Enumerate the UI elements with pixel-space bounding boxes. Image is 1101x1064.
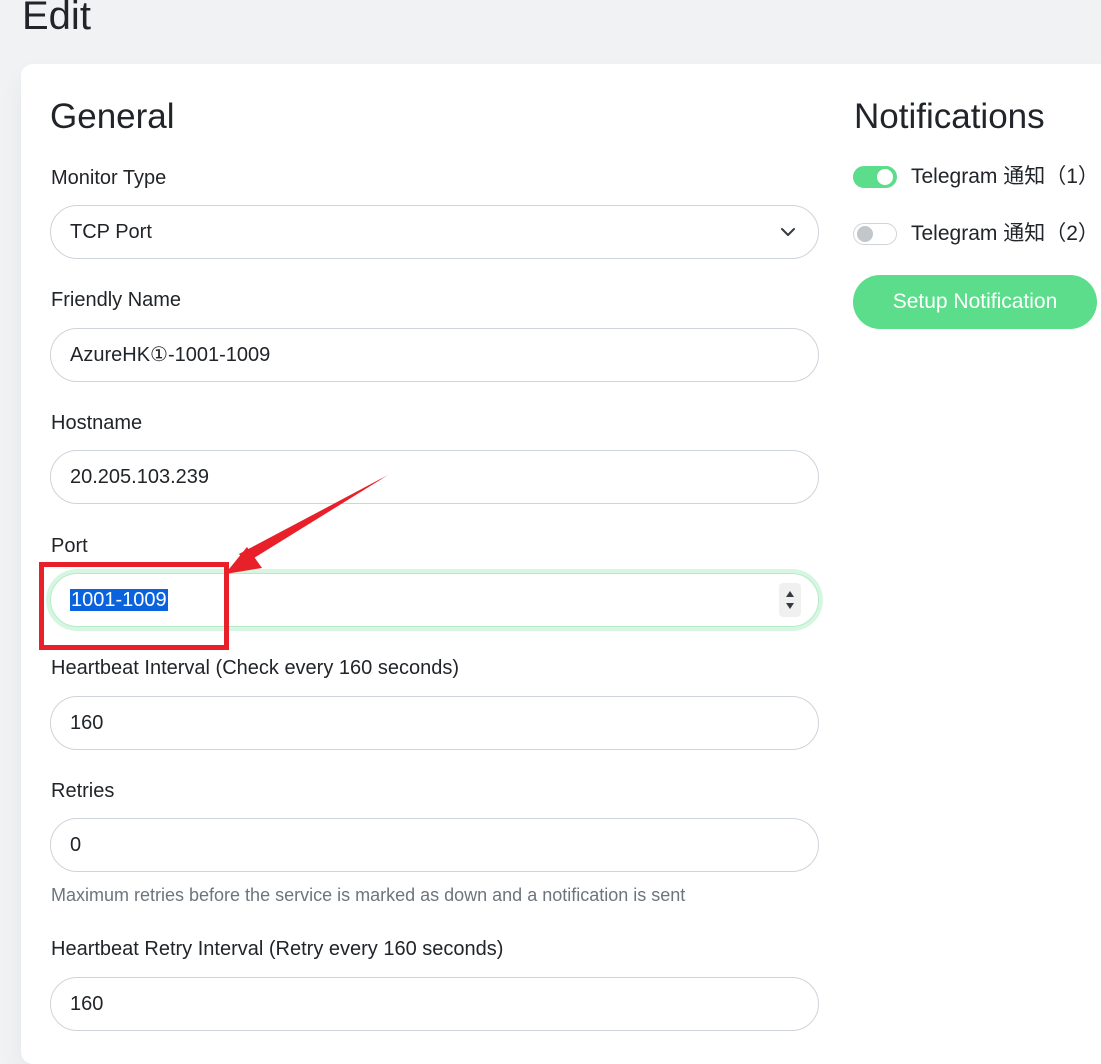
retries-label: Retries [51,780,115,802]
heartbeat-interval-label: Heartbeat Interval (Check every 160 seco… [51,657,459,679]
chevron-down-icon [781,228,795,236]
friendly-name-value: AzureHK①-1001-1009 [70,344,271,366]
toggle-knob [877,169,893,185]
general-section-title: General [50,97,175,136]
hostname-input[interactable]: 20.205.103.239 [50,450,819,504]
retries-value: 0 [70,834,82,856]
notification-label: Telegram 通知（1） [911,165,1099,188]
friendly-name-input[interactable]: AzureHK①-1001-1009 [50,328,819,382]
retry-interval-value: 160 [70,993,104,1015]
notification-toggle[interactable] [853,166,897,188]
retries-help-text: Maximum retries before the service is ma… [51,885,686,905]
notification-label: Telegram 通知（2） [911,222,1099,245]
friendly-name-label: Friendly Name [51,289,182,311]
retry-interval-label: Heartbeat Retry Interval (Retry every 16… [51,938,504,960]
toggle-knob [857,226,873,242]
port-label: Port [51,535,88,557]
annotation-highlight-box [39,562,229,650]
spinner-arrows-icon[interactable] [779,583,801,617]
heartbeat-interval-value: 160 [70,712,104,734]
hostname-label: Hostname [51,412,143,434]
retries-input[interactable]: 0 [50,818,819,872]
retry-interval-input[interactable]: 160 [50,977,819,1031]
heartbeat-interval-input[interactable]: 160 [50,696,819,750]
monitor-type-label: Monitor Type [51,167,167,189]
notifications-section-title: Notifications [854,97,1045,136]
hostname-value: 20.205.103.239 [70,466,210,488]
monitor-type-select[interactable]: TCP Port [50,205,819,259]
setup-notification-button[interactable]: Setup Notification [853,275,1097,329]
notification-toggle[interactable] [853,223,897,245]
page-title: Edit [22,0,91,38]
monitor-type-value: TCP Port [70,221,152,243]
